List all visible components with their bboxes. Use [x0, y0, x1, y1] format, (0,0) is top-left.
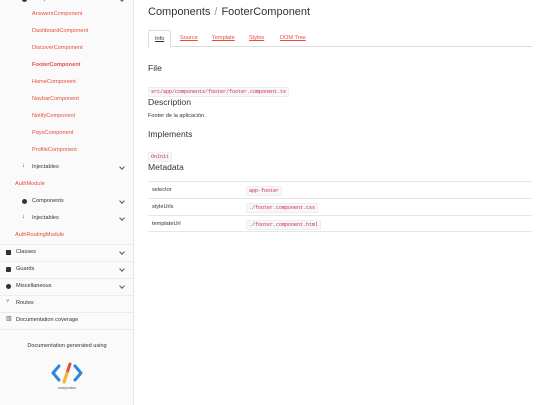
- table-row: selector app-footer: [148, 181, 532, 198]
- tab-source[interactable]: Source: [174, 30, 204, 47]
- page-title: Components / FooterComponent: [148, 6, 310, 18]
- file-icon: [6, 250, 11, 255]
- breadcrumb-root: Components: [148, 6, 211, 18]
- bar-chart-icon: ▥: [6, 316, 12, 322]
- metadata-table: selector app-footer styleUrls ./footer.comp…: [148, 181, 532, 232]
- sidebar-item-coverage[interactable]: ▥ Documentation coverage: [0, 312, 133, 329]
- documentation-generated-text: Documentation generated using: [27, 343, 107, 349]
- cube-icon: [6, 284, 11, 289]
- sidebar-item-label: ProfileComponent: [32, 147, 77, 153]
- description-heading: Description: [148, 97, 191, 107]
- sidebar-item-injectables-auth[interactable]: ↓ Injectables: [0, 210, 133, 227]
- metadata-key: selector: [152, 187, 172, 193]
- sidebar-item-component-link[interactable]: ProfileComponent: [0, 142, 133, 159]
- sidebar-item-miscellaneous[interactable]: Miscellaneous: [0, 278, 133, 295]
- sidebar-item-component-link[interactable]: NavbarComponent: [0, 91, 133, 108]
- sidebar-item-label: DiscoverComponent: [32, 45, 83, 51]
- tab-bar: Info Source Template Styles DOM Tree: [148, 30, 532, 48]
- sidebar-item-classes[interactable]: Classes: [0, 244, 133, 261]
- sidebar: Components AnswersComponent DashboardComp…: [0, 0, 134, 405]
- compodoc-logo-icon[interactable]: [50, 361, 84, 385]
- sidebar-item-component-link[interactable]: AnswersComponent: [0, 6, 133, 23]
- components-icon: [22, 199, 27, 204]
- sidebar-item-component-link[interactable]: PaysComponent: [0, 125, 133, 142]
- sidebar-item-label: AuthRoutingModule: [15, 232, 65, 238]
- sidebar-item-label: HomeComponent: [32, 79, 76, 85]
- sidebar-item-component-link[interactable]: HomeComponent: [0, 74, 133, 91]
- table-row: styleUrls ./footer.component.css: [148, 198, 532, 215]
- components-icon: [22, 0, 27, 2]
- file-heading: File: [148, 63, 162, 73]
- arrow-down-icon: ↓: [22, 163, 25, 169]
- metadata-key: styleUrls: [152, 204, 174, 210]
- file-path: src/app/components/footer/footer.compone…: [148, 87, 290, 97]
- sidebar-item-component-link[interactable]: DashboardComponent: [0, 23, 133, 40]
- sidebar-item-label: Guards: [16, 266, 35, 272]
- breadcrumb-separator: /: [214, 6, 218, 18]
- sidebar-item-component-link[interactable]: FooterComponent: [0, 57, 133, 74]
- sidebar-item-label: AnswersComponent: [32, 11, 83, 17]
- sidebar-item-label: Injectables: [32, 164, 59, 170]
- tab-styles[interactable]: Styles: [243, 30, 270, 47]
- tab-info[interactable]: Info: [148, 30, 172, 48]
- logo-text: compodoc: [57, 385, 77, 390]
- metadata-heading: Metadata: [148, 162, 184, 172]
- sidebar-item-label: PaysComponent: [32, 130, 74, 136]
- metadata-value: app-footer: [246, 186, 283, 196]
- implements-heading: Implements: [148, 129, 193, 139]
- arrow-down-icon: ↓: [22, 214, 25, 220]
- sidebar-item-auth-module[interactable]: AuthModule: [0, 176, 133, 193]
- table-row: templateUrl ./footer.component.html: [148, 215, 532, 232]
- sidebar-item-guards[interactable]: Guards: [0, 261, 133, 278]
- tab-dom-tree[interactable]: DOM Tree: [274, 30, 312, 47]
- sidebar-item-label: Documentation coverage: [16, 317, 79, 323]
- sidebar-item-components-auth[interactable]: Components: [0, 193, 133, 210]
- metadata-value: ./footer.component.css: [246, 203, 319, 213]
- sidebar-item-label: DashboardComponent: [32, 28, 89, 34]
- sidebar-item-component-link[interactable]: NotifyComponent: [0, 108, 133, 125]
- sidebar-item-component-link[interactable]: DiscoverComponent: [0, 40, 133, 57]
- sidebar-item-label: Miscellaneous: [16, 283, 52, 289]
- sidebar-item-injectables[interactable]: ↓ Injectables: [0, 159, 133, 176]
- sidebar-item-label: Classes: [16, 249, 36, 255]
- sidebar-item-auth-routing-module[interactable]: AuthRoutingModule: [0, 227, 133, 244]
- breadcrumb-current: FooterComponent: [221, 6, 311, 18]
- chevron-down-icon: [119, 0, 125, 2]
- description-text: Footer de la aplicación.: [148, 113, 206, 119]
- sidebar-item-label: NotifyComponent: [32, 113, 76, 119]
- chevron-down-icon: [119, 198, 125, 204]
- sidebar-item-label: Components: [32, 198, 64, 204]
- sidebar-item-label: Routes: [16, 300, 34, 306]
- sidebar-item-label: FooterComponent: [32, 62, 81, 68]
- sidebar-divider: [0, 329, 133, 330]
- chevron-down-icon: [119, 266, 125, 272]
- chevron-down-icon: [119, 164, 125, 170]
- implements-value[interactable]: OnInit: [148, 152, 173, 162]
- sidebar-item-routes[interactable]: ⑂ Routes: [0, 295, 133, 312]
- chevron-down-icon: [119, 249, 125, 255]
- sidebar-item-label: AuthModule: [15, 181, 45, 187]
- sidebar-item-label: NavbarComponent: [32, 96, 79, 102]
- tab-template[interactable]: Template: [206, 30, 241, 47]
- routes-icon: ⑂: [6, 299, 10, 305]
- metadata-key: templateUrl: [152, 221, 181, 227]
- lock-icon: [6, 267, 11, 272]
- main-content: Components / FooterComponent Info Source T…: [148, 0, 532, 405]
- chevron-down-icon: [119, 215, 125, 221]
- metadata-value: ./footer.component.html: [246, 220, 322, 230]
- sidebar-item-label: Injectables: [32, 215, 59, 221]
- chevron-down-icon: [119, 283, 125, 289]
